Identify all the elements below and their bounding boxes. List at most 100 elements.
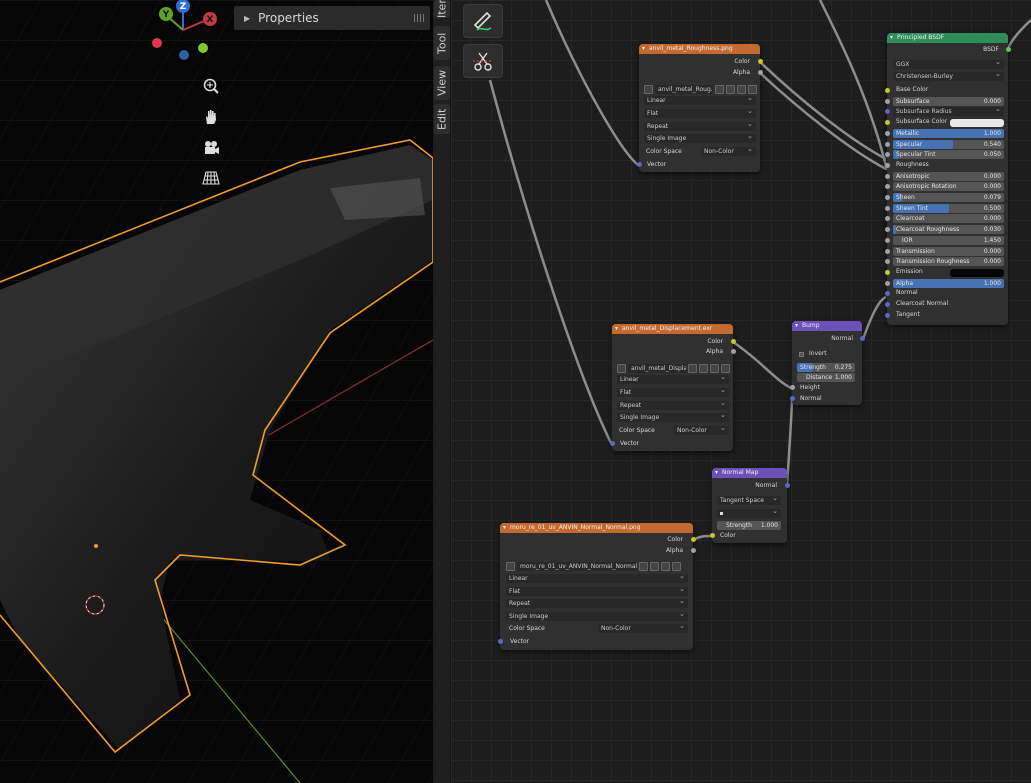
image-selector[interactable]: anvil_metal_Displa...: [617, 363, 730, 373]
duplicate-icon[interactable]: [650, 561, 659, 571]
output-color-socket[interactable]: [730, 339, 736, 344]
color-space-dropdown[interactable]: Non-Color: [674, 424, 729, 435]
output-alpha-socket[interactable]: [757, 70, 763, 75]
tab-item[interactable]: Item: [434, 0, 450, 18]
tab-tool[interactable]: Tool: [434, 26, 450, 60]
output-normal-socket[interactable]: [784, 483, 790, 488]
open-folder-icon[interactable]: [737, 84, 746, 94]
input-color-socket[interactable]: [709, 533, 715, 538]
navigation-gizmo[interactable]: Z Y X: [145, 0, 220, 65]
zoom-icon[interactable]: [200, 75, 222, 97]
anisotropic-rotation-field[interactable]: Anisotropic Rotation 0.000: [893, 182, 1004, 191]
subsurface-color-swatch[interactable]: [950, 119, 1004, 127]
sheen-tint-field[interactable]: Sheen Tint 0.500: [893, 204, 1004, 213]
duplicate-icon[interactable]: [699, 363, 708, 373]
image-selector[interactable]: anvil_metal_Roug...: [644, 84, 757, 94]
duplicate-icon[interactable]: [726, 84, 735, 94]
clearcoat-roughness-field[interactable]: Clearcoat Roughness 0.030: [893, 225, 1004, 234]
output-alpha-socket[interactable]: [690, 548, 696, 553]
subsurface-radius-dropdown[interactable]: Subsurface Radius: [893, 105, 1004, 116]
node-title[interactable]: Normal Map: [712, 468, 787, 478]
output-color-socket[interactable]: [757, 59, 763, 64]
tab-view[interactable]: View: [434, 66, 450, 100]
subsurface-method-dropdown[interactable]: Christensen-Burley: [893, 70, 1004, 81]
interpolation-dropdown[interactable]: Linear: [644, 94, 756, 105]
interpolation-dropdown[interactable]: Linear: [506, 572, 688, 583]
distance-field[interactable]: Distance 1.000: [797, 373, 855, 382]
output-bsdf-socket[interactable]: [1005, 47, 1011, 52]
principled-bsdf-node[interactable]: Principled BSDF BSDF GGX Christensen-Bur…: [884, 33, 1011, 325]
image-selector[interactable]: moru_re_01_uv_ANVIN_Normal_Normal.png: [506, 561, 681, 571]
image-browse-icon[interactable]: [506, 561, 515, 571]
input-transmission-socket[interactable]: [884, 249, 890, 254]
image-name[interactable]: anvil_metal_Displa...: [628, 363, 686, 373]
output-normal-socket[interactable]: [859, 336, 865, 341]
input-vector-socket[interactable]: [497, 639, 503, 644]
image-texture-node-normal[interactable]: moru_re_01_uv_ANVIN_Normal_Normal.png Co…: [497, 523, 696, 650]
node-title[interactable]: anvil_metal_Roughness.png: [639, 44, 760, 54]
uv-map-field[interactable]: [717, 507, 781, 518]
projection-dropdown[interactable]: Flat: [506, 585, 688, 596]
source-dropdown[interactable]: Single Image: [617, 411, 729, 422]
unlink-icon[interactable]: [721, 363, 730, 373]
input-roughness-socket[interactable]: [884, 163, 890, 168]
projection-dropdown[interactable]: Flat: [617, 386, 729, 397]
grid-icon[interactable]: [200, 167, 222, 189]
input-sheen-tint-socket[interactable]: [884, 206, 890, 211]
input-subsurface-socket[interactable]: [884, 99, 890, 104]
bump-node[interactable]: Bump Normal Invert Strength 0.275 Distanc…: [789, 321, 865, 405]
input-clearcoat-roughness-socket[interactable]: [884, 227, 890, 232]
clearcoat-field[interactable]: Clearcoat 0.000: [893, 214, 1004, 223]
extension-dropdown[interactable]: Repeat: [506, 597, 688, 608]
open-folder-icon[interactable]: [710, 363, 719, 373]
input-subsurface-color-socket[interactable]: [884, 120, 890, 125]
input-sheen-socket[interactable]: [884, 195, 890, 200]
node-title[interactable]: Principled BSDF: [887, 33, 1008, 43]
extension-dropdown[interactable]: Repeat: [644, 120, 756, 131]
input-anisotropic-rotation-socket[interactable]: [884, 184, 890, 189]
input-clearcoat-normal-socket[interactable]: [884, 302, 890, 307]
sheen-field[interactable]: Sheen 0.079: [893, 193, 1004, 202]
input-clearcoat-socket[interactable]: [884, 216, 890, 221]
open-folder-icon[interactable]: [661, 561, 670, 571]
distribution-dropdown[interactable]: GGX: [893, 58, 1004, 69]
input-specular-socket[interactable]: [884, 142, 890, 147]
emission-swatch[interactable]: [950, 269, 1004, 277]
input-specular-tint-socket[interactable]: [884, 152, 890, 157]
space-dropdown[interactable]: Tangent Space: [717, 494, 781, 505]
annotate-button[interactable]: [463, 4, 503, 38]
input-ior-socket[interactable]: [884, 238, 890, 243]
image-name[interactable]: anvil_metal_Roug...: [655, 84, 713, 94]
node-title[interactable]: Bump: [792, 321, 862, 331]
invert-checkbox[interactable]: [799, 352, 804, 357]
fake-user-icon[interactable]: [639, 561, 648, 571]
normalmap-strength-field[interactable]: Strength 1.000: [717, 521, 781, 530]
node-title[interactable]: anvil_metal_Displacement.exr: [612, 324, 733, 334]
input-emission-socket[interactable]: [884, 270, 890, 275]
input-alpha-socket[interactable]: [884, 281, 890, 286]
hand-icon[interactable]: [200, 106, 222, 128]
color-space-dropdown[interactable]: Non-Color: [701, 145, 756, 156]
drag-handle-icon[interactable]: [414, 14, 424, 22]
input-metallic-socket[interactable]: [884, 131, 890, 136]
input-normal-socket[interactable]: [884, 291, 890, 296]
fake-user-icon[interactable]: [715, 84, 724, 94]
unlink-icon[interactable]: [672, 561, 681, 571]
projection-dropdown[interactable]: Flat: [644, 107, 756, 118]
subsurface-field[interactable]: Subsurface 0.000: [893, 97, 1004, 106]
transmission-field[interactable]: Transmission 0.000: [893, 247, 1004, 256]
transmission-roughness-field[interactable]: Transmission Roughness 0.000: [893, 257, 1004, 266]
input-vector-socket[interactable]: [609, 441, 615, 446]
source-dropdown[interactable]: Single Image: [644, 132, 756, 143]
properties-panel-header[interactable]: ▶ Properties: [234, 6, 430, 30]
input-vector-socket[interactable]: [636, 162, 642, 167]
image-texture-node-displacement[interactable]: anvil_metal_Displacement.exr Color Alpha…: [609, 324, 736, 451]
cut-links-button[interactable]: [463, 44, 503, 78]
color-space-dropdown[interactable]: Non-Color: [598, 622, 688, 633]
input-tangent-socket[interactable]: [884, 313, 890, 318]
extension-dropdown[interactable]: Repeat: [617, 399, 729, 410]
specular-field[interactable]: Specular 0.540: [893, 140, 1004, 149]
input-height-socket[interactable]: [789, 385, 795, 390]
metallic-field[interactable]: Metallic 1.000: [893, 129, 1004, 138]
interpolation-dropdown[interactable]: Linear: [617, 373, 729, 384]
